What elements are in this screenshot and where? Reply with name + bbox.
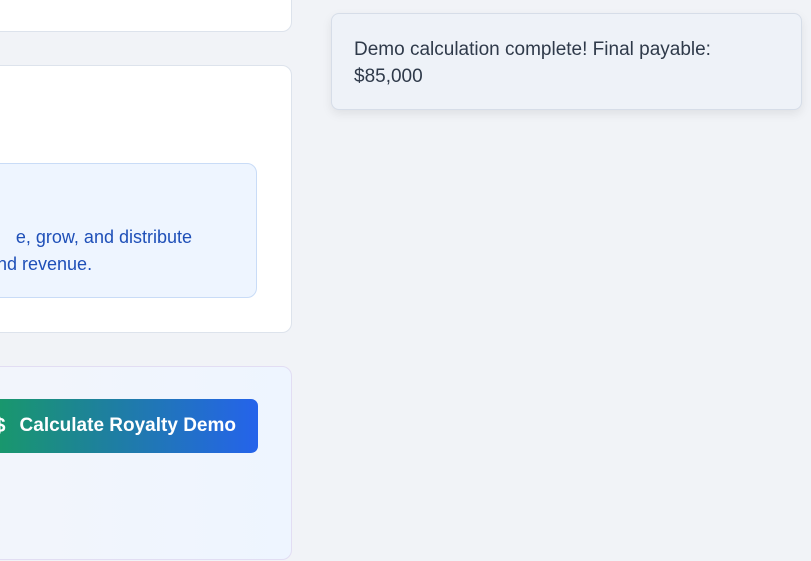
dollar-icon: $ [0,415,6,438]
info-line-2: nd revenue. [0,254,93,274]
toast-message: Demo calculation complete! Final payable… [354,39,711,87]
info-text: e, grow, and distribute nd revenue. [0,224,192,278]
top-card [0,0,292,32]
info-line-1: e, grow, and distribute [15,227,192,247]
page: e, grow, and distribute nd revenue. $ Ca… [0,0,811,561]
calculate-royalty-demo-button[interactable]: $ Calculate Royalty Demo [0,399,258,453]
toast-notification: Demo calculation complete! Final payable… [331,13,802,110]
calculate-button-label: Calculate Royalty Demo [19,415,236,436]
demo-card [0,366,292,560]
info-box: e, grow, and distribute nd revenue. [0,163,257,298]
